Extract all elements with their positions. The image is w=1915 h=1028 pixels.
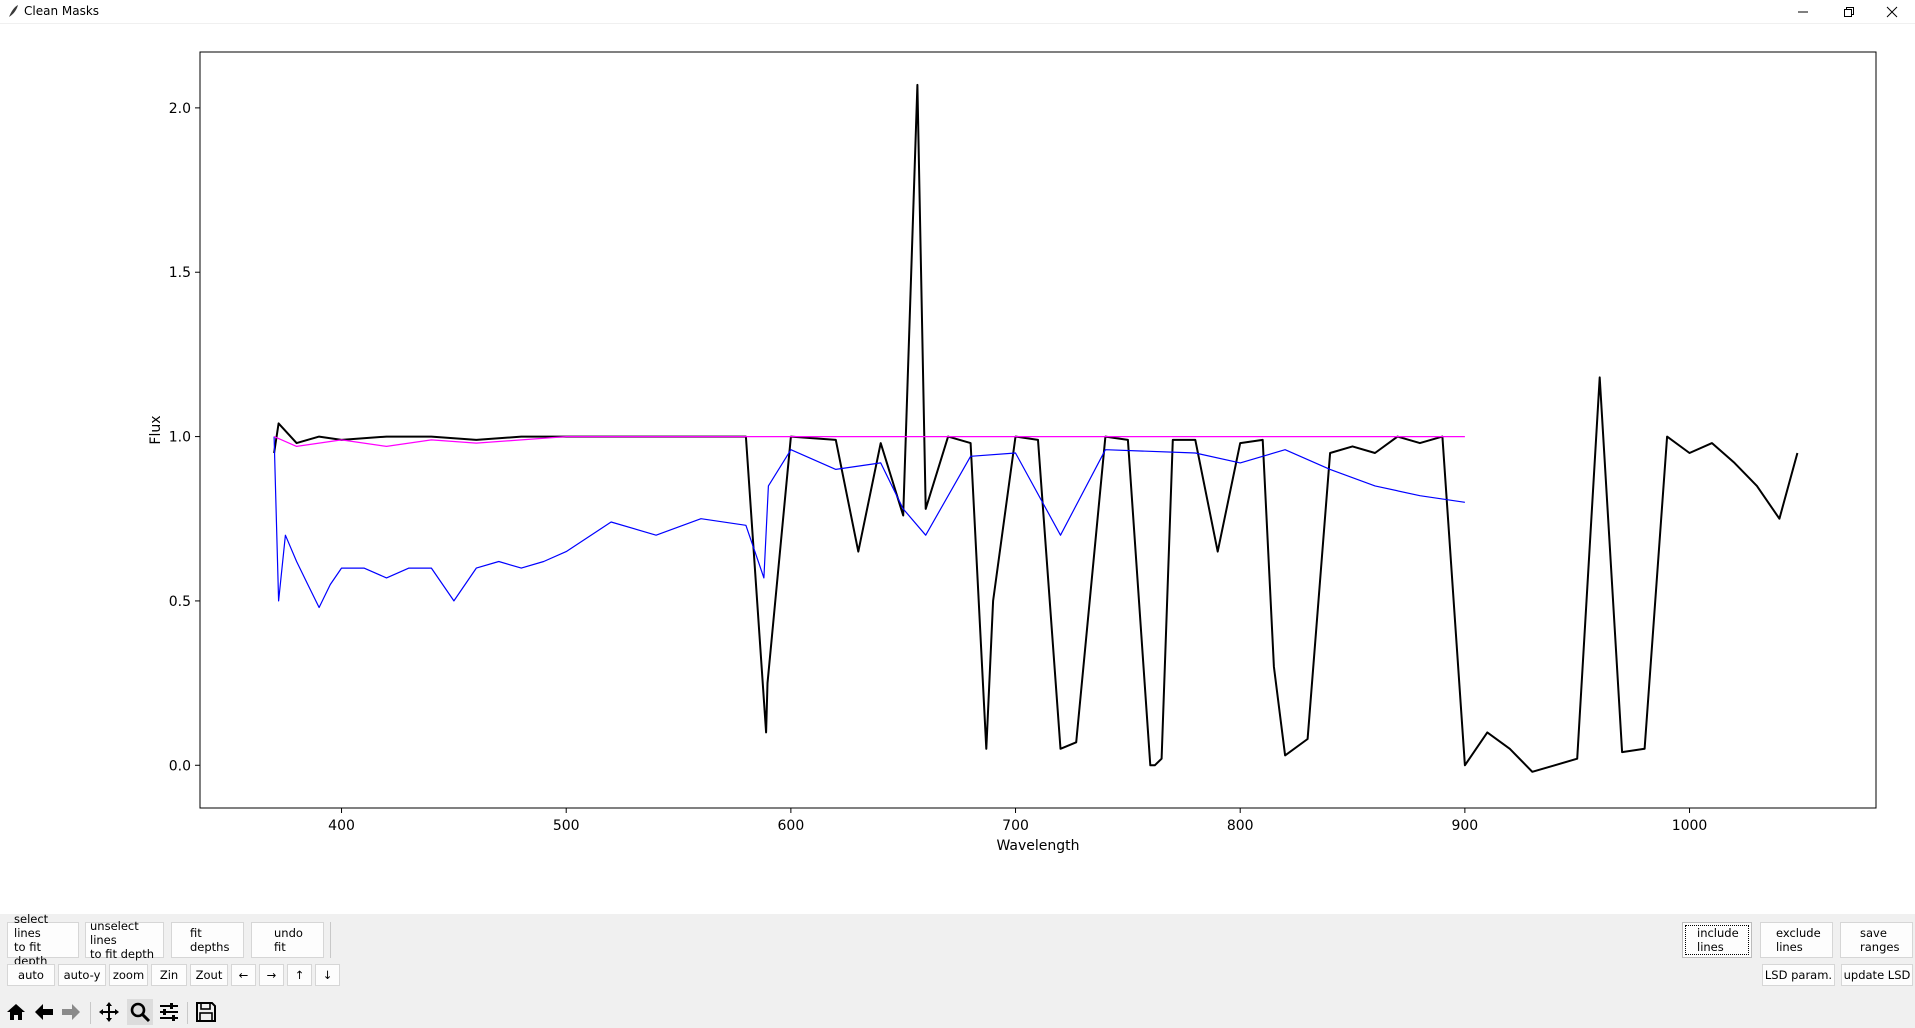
window-title: Clean Masks [24, 4, 100, 18]
configure-button[interactable] [156, 999, 182, 1025]
spectrum-plot[interactable]: 400 500 600 700 800 900 1000 0.0 0.5 1.0 1.5 2.0 W… [0, 24, 1915, 914]
x-tick-label: 500 [553, 818, 580, 834]
y-tick-label: 0.5 [169, 594, 191, 610]
zoom-in-button[interactable]: Zin [151, 964, 187, 986]
x-axis: 400 500 600 700 800 900 1000 [328, 808, 1707, 834]
undo-fit-button[interactable]: undo fit [251, 922, 324, 958]
select-lines-button[interactable]: select lines to fit depth [7, 912, 79, 968]
x-tick-label: 900 [1451, 818, 1478, 834]
auto-button[interactable]: auto [7, 964, 55, 986]
title-bar: Clean Masks [0, 0, 1915, 24]
close-icon [1886, 6, 1898, 17]
pan-icon [99, 1002, 119, 1022]
y-axis-label: Flux [148, 415, 164, 444]
control-panel: select lines to fit depth unselect lines t… [0, 912, 1915, 1028]
zoom-tool-button[interactable] [127, 999, 153, 1025]
x-axis-label: Wavelength [996, 838, 1079, 854]
x-tick-label: 600 [778, 818, 805, 834]
back-button[interactable] [31, 999, 57, 1025]
zoom-icon [130, 1002, 151, 1023]
separator [330, 922, 331, 958]
exclude-lines-button[interactable]: exclude lines [1760, 922, 1833, 958]
axes-frame [199, 51, 1877, 809]
x-tick-label: 400 [328, 818, 355, 834]
forward-icon [62, 1004, 80, 1020]
fit-depths-button[interactable]: fit depths [171, 922, 244, 958]
pan-button[interactable] [96, 999, 122, 1025]
feather-icon [9, 5, 18, 17]
x-tick-label: 1000 [1672, 818, 1708, 834]
y-tick-label: 0.0 [169, 758, 191, 774]
shift-up-button[interactable]: ↑ [287, 964, 312, 986]
restore-button[interactable] [1826, 0, 1872, 23]
shift-right-button[interactable]: → [259, 964, 284, 986]
x-tick-label: 800 [1227, 818, 1254, 834]
zoom-button[interactable]: zoom [109, 964, 148, 986]
auto-y-button[interactable]: auto-y [58, 964, 106, 986]
restore-icon [1844, 6, 1854, 17]
forward-button[interactable] [58, 999, 84, 1025]
save-icon [196, 1002, 216, 1022]
update-lsd-button[interactable]: update LSD [1841, 964, 1913, 986]
home-button[interactable] [3, 999, 29, 1025]
y-tick-label: 1.5 [169, 265, 191, 281]
y-tick-label: 2.0 [169, 101, 191, 117]
include-lines-button[interactable]: include lines [1682, 922, 1752, 958]
lsd-param-button[interactable]: LSD param. [1762, 964, 1835, 986]
shift-left-button[interactable]: ← [231, 964, 256, 986]
home-icon [7, 1004, 25, 1020]
y-tick-label: 1.0 [169, 430, 191, 446]
minimize-button[interactable] [1780, 0, 1826, 23]
configure-icon [160, 1003, 178, 1021]
close-button[interactable] [1869, 0, 1915, 23]
save-figure-button[interactable] [193, 999, 219, 1025]
zoom-out-button[interactable]: Zout [190, 964, 228, 986]
back-icon [35, 1004, 53, 1020]
separator [90, 1002, 91, 1024]
shift-down-button[interactable]: ↓ [315, 964, 340, 986]
minimize-icon [1798, 11, 1808, 12]
x-tick-label: 700 [1002, 818, 1029, 834]
separator [187, 1002, 188, 1024]
save-ranges-button[interactable]: save ranges [1840, 922, 1913, 958]
unselect-lines-button[interactable]: unselect lines to fit depth [85, 919, 164, 961]
y-axis: 0.0 0.5 1.0 1.5 2.0 [169, 101, 200, 774]
